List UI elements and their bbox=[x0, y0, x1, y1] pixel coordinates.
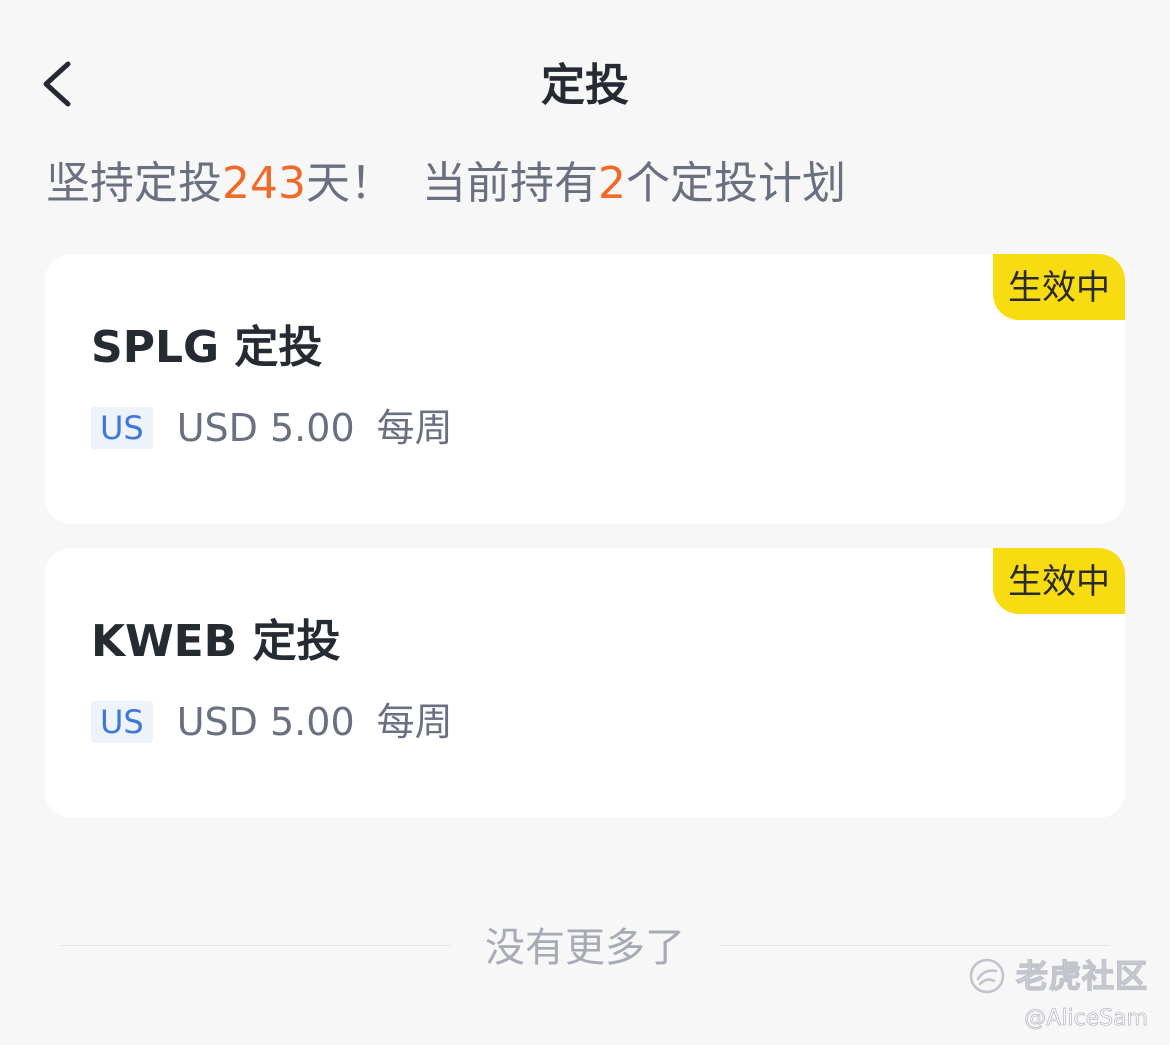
watermark: 老虎社区 bbox=[968, 956, 1148, 996]
watermark-brand: 老虎社区 bbox=[1015, 956, 1148, 995]
plan-frequency: 每周 bbox=[376, 700, 453, 744]
plan-name: SPLG 定投 bbox=[91, 322, 323, 373]
footer-divider-left bbox=[60, 945, 450, 946]
days-count: 243 bbox=[222, 158, 306, 209]
plan-amount: USD 5.00 bbox=[176, 406, 355, 450]
days-suffix: 天！ bbox=[305, 158, 394, 209]
status-badge: 生效中 bbox=[993, 254, 1125, 320]
plans-count: 2 bbox=[597, 158, 626, 209]
market-tag: US bbox=[91, 407, 153, 449]
no-more-text: 没有更多了 bbox=[485, 925, 685, 971]
plan-card-kweb[interactable]: 生效中 KWEB 定投 US USD 5.00 每周 bbox=[45, 548, 1125, 818]
watermark-user: @AliceSam bbox=[1024, 1006, 1149, 1032]
summary-prefix: 坚持定投 bbox=[46, 158, 222, 209]
plan-amount: USD 5.00 bbox=[176, 700, 355, 744]
market-tag: US bbox=[91, 701, 153, 743]
summary-text: 坚持定投243天！ 当前持有2个定投计划 bbox=[46, 154, 846, 214]
page-title: 定投 bbox=[541, 60, 629, 111]
tiger-logo-icon bbox=[969, 958, 1005, 994]
plan-frequency: 每周 bbox=[376, 406, 453, 450]
plans-suffix: 个定投计划 bbox=[625, 158, 846, 209]
plan-name: KWEB 定投 bbox=[91, 616, 341, 667]
plan-card-splg[interactable]: 生效中 SPLG 定投 US USD 5.00 每周 bbox=[45, 254, 1125, 524]
plans-prefix: 当前持有 bbox=[421, 158, 598, 209]
plan-meta: US USD 5.00 每周 bbox=[91, 406, 453, 450]
plan-meta: US USD 5.00 每周 bbox=[91, 700, 453, 744]
footer-divider-right bbox=[720, 945, 1110, 946]
status-badge: 生效中 bbox=[993, 548, 1125, 614]
